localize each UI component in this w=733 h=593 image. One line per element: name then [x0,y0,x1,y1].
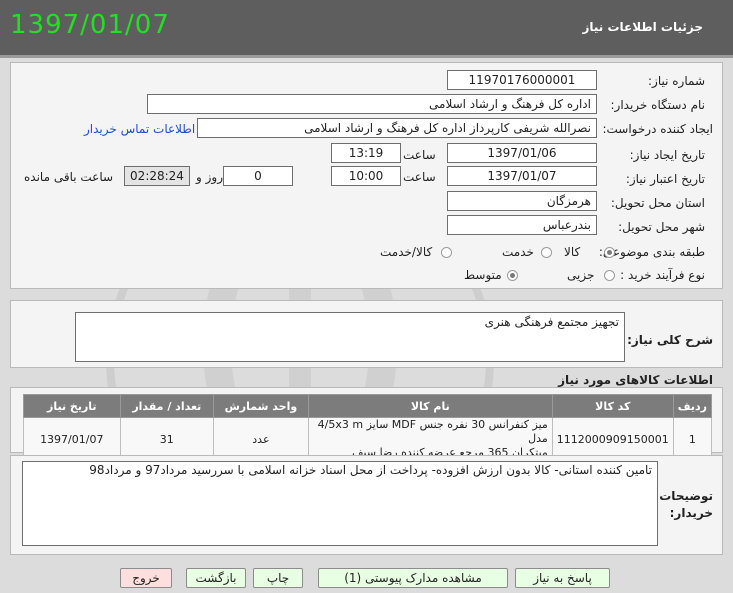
city-label: شهر محل تحویل: [618,220,705,234]
buyer-org-label: نام دستگاه خریدار: [610,98,706,112]
process-option-medium: متوسط [464,268,502,282]
notes-label-text: توضیحات خریدار: [659,489,713,520]
category-radio-goods[interactable] [604,247,615,258]
view-attachments-button[interactable]: مشاهده مدارک پیوستی (1) [318,568,508,588]
process-radio-minor[interactable] [604,270,615,281]
col-qty: تعداد / مقدار [119,394,215,418]
col-code: کد کالا [551,394,674,418]
header-date: 1397/01/07 [10,10,170,40]
items-section-title: اطلاعات کالاهای مورد نیاز [558,373,713,387]
col-date: تاریخ نیاز [23,394,121,418]
validity-time-label: ساعت [403,170,436,184]
requester-label: ایجاد کننده درخواست: [602,122,713,136]
buyer-contact-link[interactable]: اطلاعات تماس خریدار [84,122,195,136]
city-field: بندرعباس [447,215,597,235]
col-unit: واحد شمارش [213,394,309,418]
category-option-service: خدمت [502,245,534,259]
category-option-goods-service: کالا/خدمت [380,245,433,259]
days-remaining-field: 0 [223,166,293,186]
remaining-time-field: 02:28:24 [124,166,190,186]
category-radio-goods-service[interactable] [441,247,452,258]
col-row: ردیف [672,394,713,418]
create-time-label: ساعت [403,148,436,162]
exit-button[interactable]: خروج [120,568,172,588]
col-name: نام کالا [307,394,553,418]
need-number-label: شماره نیاز: [648,74,705,88]
validity-date-label: تاریخ اعتبار نیاز: [625,172,705,186]
remaining-time-label: ساعت باقی مانده [24,170,114,184]
days-label: روز و [196,170,223,184]
requester-field: نصرالله شریفی کارپرداز اداره کل فرهنگ و … [197,118,597,138]
validity-time-field: 10:00 [331,166,401,186]
need-number-field: 11970176000001 [447,70,597,90]
buyer-org-field: اداره کل فرهنگ و ارشاد اسلامی [147,94,597,114]
notes-label: توضیحات خریدار: [659,488,713,522]
process-label: نوع فرآیند خرید : [620,268,705,282]
province-field: هرمزگان [447,191,597,211]
items-table: ردیف کد کالا نام کالا واحد شمارش تعداد /… [23,394,713,461]
process-radio-medium[interactable] [507,270,518,281]
notes-textarea: تامین کننده استانی- کالا بدون ارزش افزود… [22,461,658,546]
reply-button[interactable]: پاسخ به نیاز [515,568,610,588]
print-button[interactable]: چاپ [253,568,303,588]
page-title: جزئیات اطلاعات نیاز [582,20,703,34]
process-option-minor: جزیی [567,268,595,282]
category-radio-service[interactable] [541,247,552,258]
summary-label: شرح کلی نیاز: [627,333,713,347]
summary-textarea: تجهیز مجتمع فرهنگی هنری [75,312,625,362]
create-date-field: 1397/01/06 [447,143,597,163]
create-time-field: 13:19 [331,143,401,163]
cell-name-line1: میز کنفرانس 30 نفره جنس MDF سایز 4/5x3 m… [317,418,548,445]
province-label: استان محل تحویل: [610,196,705,210]
back-button[interactable]: بازگشت [186,568,246,588]
validity-date-field: 1397/01/07 [447,166,597,186]
category-option-goods: کالا [564,245,581,259]
create-date-label: تاریخ ایجاد نیاز: [629,148,705,162]
